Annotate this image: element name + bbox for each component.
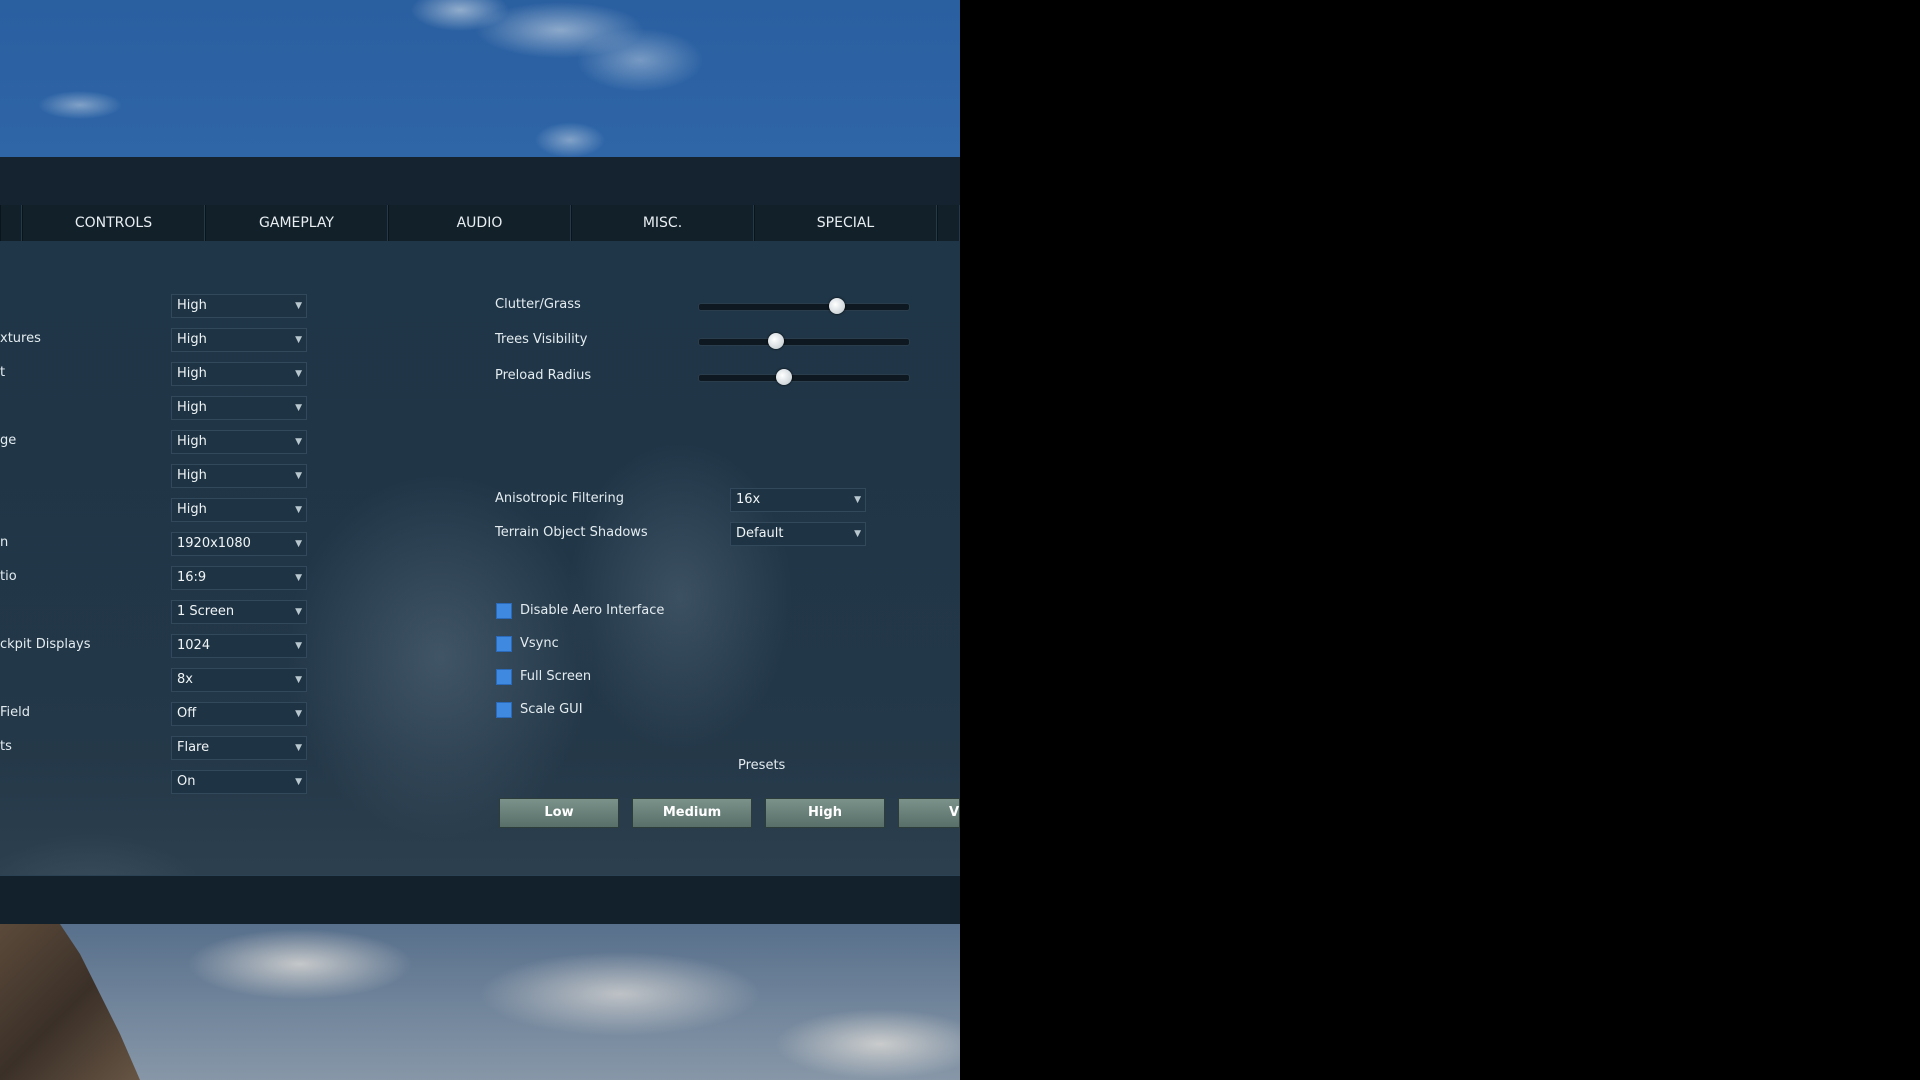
setting-label: tio [0, 569, 17, 584]
preset-low-button[interactable]: Low [499, 798, 619, 828]
chevron-down-icon: ▼ [854, 529, 861, 539]
scale-gui-checkbox[interactable] [496, 702, 512, 718]
dropdown-value: 16x [736, 492, 761, 507]
chevron-down-icon: ▼ [295, 709, 302, 719]
dropdown-value: High [177, 502, 207, 517]
chevron-down-icon: ▼ [295, 743, 302, 753]
tab-bar: CONTROLS GAMEPLAY AUDIO MISC. SPECIAL [0, 205, 960, 241]
chevron-down-icon: ▼ [295, 573, 302, 583]
terrain-object-shadows-label: Terrain Object Shadows [495, 525, 648, 540]
chevron-down-icon: ▼ [295, 505, 302, 515]
preload-radius-slider[interactable] [698, 369, 910, 385]
setting-dropdown[interactable]: High ▼ [171, 464, 307, 488]
tab-gameplay[interactable]: GAMEPLAY [205, 205, 388, 241]
dropdown-value: On [177, 774, 196, 789]
tab-partial[interactable] [0, 205, 22, 241]
chevron-down-icon: ▼ [295, 403, 302, 413]
slider-knob-icon[interactable] [776, 369, 793, 385]
dropdown-value: High [177, 434, 207, 449]
dropdown-value: 1920x1080 [177, 536, 251, 551]
setting-dropdown[interactable]: 1920x1080 ▼ [171, 532, 307, 556]
setting-dropdown[interactable]: 8x ▼ [171, 668, 307, 692]
tab-audio[interactable]: AUDIO [388, 205, 571, 241]
dropdown-value: 8x [177, 672, 193, 687]
setting-label: t [0, 365, 6, 380]
checkbox-label-full-screen: Full Screen [520, 669, 592, 684]
chevron-down-icon: ▼ [295, 301, 302, 311]
setting-dropdown[interactable]: 1 Screen ▼ [171, 600, 307, 624]
setting-label: Field [0, 705, 31, 720]
tab-partial-right[interactable] [937, 205, 960, 241]
tab-special[interactable]: SPECIAL [754, 205, 937, 241]
setting-dropdown[interactable]: High ▼ [171, 294, 307, 318]
dropdown-value: High [177, 400, 207, 415]
setting-dropdown[interactable]: High ▼ [171, 498, 307, 522]
sky-background-top [0, 0, 960, 157]
checkbox-label-disable-aero: Disable Aero Interface [520, 603, 665, 618]
chevron-down-icon: ▼ [295, 369, 302, 379]
terrain-object-shadows-dropdown[interactable]: Default ▼ [730, 522, 866, 546]
setting-label: n [0, 535, 9, 550]
slider-track [698, 374, 910, 382]
chevron-down-icon: ▼ [295, 539, 302, 549]
dropdown-value: Off [177, 706, 197, 721]
slider-track [698, 338, 910, 346]
chevron-down-icon: ▼ [295, 335, 302, 345]
dropdown-value: Flare [177, 740, 210, 755]
chevron-down-icon: ▼ [854, 495, 861, 505]
chevron-down-icon: ▼ [295, 641, 302, 651]
setting-dropdown[interactable]: Flare ▼ [171, 736, 307, 760]
trees-visibility-slider[interactable] [698, 333, 910, 349]
setting-dropdown[interactable]: 16:9 ▼ [171, 566, 307, 590]
slider-knob-icon[interactable] [767, 333, 784, 349]
setting-dropdown[interactable]: High ▼ [171, 328, 307, 352]
anisotropic-filtering-label: Anisotropic Filtering [495, 491, 625, 506]
preset-high-button[interactable]: High [765, 798, 885, 828]
slider-label-trees-visibility: Trees Visibility [495, 332, 588, 347]
dropdown-value: High [177, 468, 207, 483]
tab-misc[interactable]: MISC. [571, 205, 754, 241]
setting-label: ckpit Displays [0, 637, 91, 652]
checkbox-label-scale-gui: Scale GUI [520, 702, 583, 717]
panel-bottom-bar [0, 875, 960, 925]
dropdown-value: High [177, 298, 207, 313]
clutter-grass-slider[interactable] [698, 298, 910, 314]
slider-knob-icon[interactable] [828, 298, 845, 314]
dropdown-value: High [177, 366, 207, 381]
chevron-down-icon: ▼ [295, 777, 302, 787]
tab-controls[interactable]: CONTROLS [22, 205, 205, 241]
setting-label: ge [0, 433, 17, 448]
setting-dropdown[interactable]: High ▼ [171, 430, 307, 454]
dropdown-value: 1 Screen [177, 604, 235, 619]
setting-dropdown[interactable]: High ▼ [171, 362, 307, 386]
game-viewport: CONTROLS GAMEPLAY AUDIO MISC. SPECIAL Hi… [0, 0, 960, 1080]
slider-label-clutter-grass: Clutter/Grass [495, 297, 581, 312]
chevron-down-icon: ▼ [295, 437, 302, 447]
dropdown-value: High [177, 332, 207, 347]
dropdown-value: 16:9 [177, 570, 207, 585]
sky-background-bottom [0, 924, 960, 1080]
setting-label: xtures [0, 331, 41, 346]
setting-dropdown[interactable]: On ▼ [171, 770, 307, 794]
slider-track [698, 303, 910, 311]
chevron-down-icon: ▼ [295, 607, 302, 617]
panel-title-bar [0, 157, 960, 206]
checkbox-label-vsync: Vsync [520, 636, 559, 651]
preset-very-high-button[interactable]: V [898, 798, 960, 828]
setting-dropdown[interactable]: Off ▼ [171, 702, 307, 726]
dropdown-value: Default [736, 526, 784, 541]
setting-dropdown[interactable]: 1024 ▼ [171, 634, 307, 658]
vsync-checkbox[interactable] [496, 636, 512, 652]
chevron-down-icon: ▼ [295, 675, 302, 685]
dropdown-value: 1024 [177, 638, 211, 653]
disable-aero-interface-checkbox[interactable] [496, 603, 512, 619]
setting-dropdown[interactable]: High ▼ [171, 396, 307, 420]
setting-label: ts [0, 739, 12, 754]
slider-label-preload-radius: Preload Radius [495, 368, 592, 383]
presets-label: Presets [738, 758, 786, 773]
full-screen-checkbox[interactable] [496, 669, 512, 685]
chevron-down-icon: ▼ [295, 471, 302, 481]
anisotropic-filtering-dropdown[interactable]: 16x ▼ [730, 488, 866, 512]
preset-medium-button[interactable]: Medium [632, 798, 752, 828]
